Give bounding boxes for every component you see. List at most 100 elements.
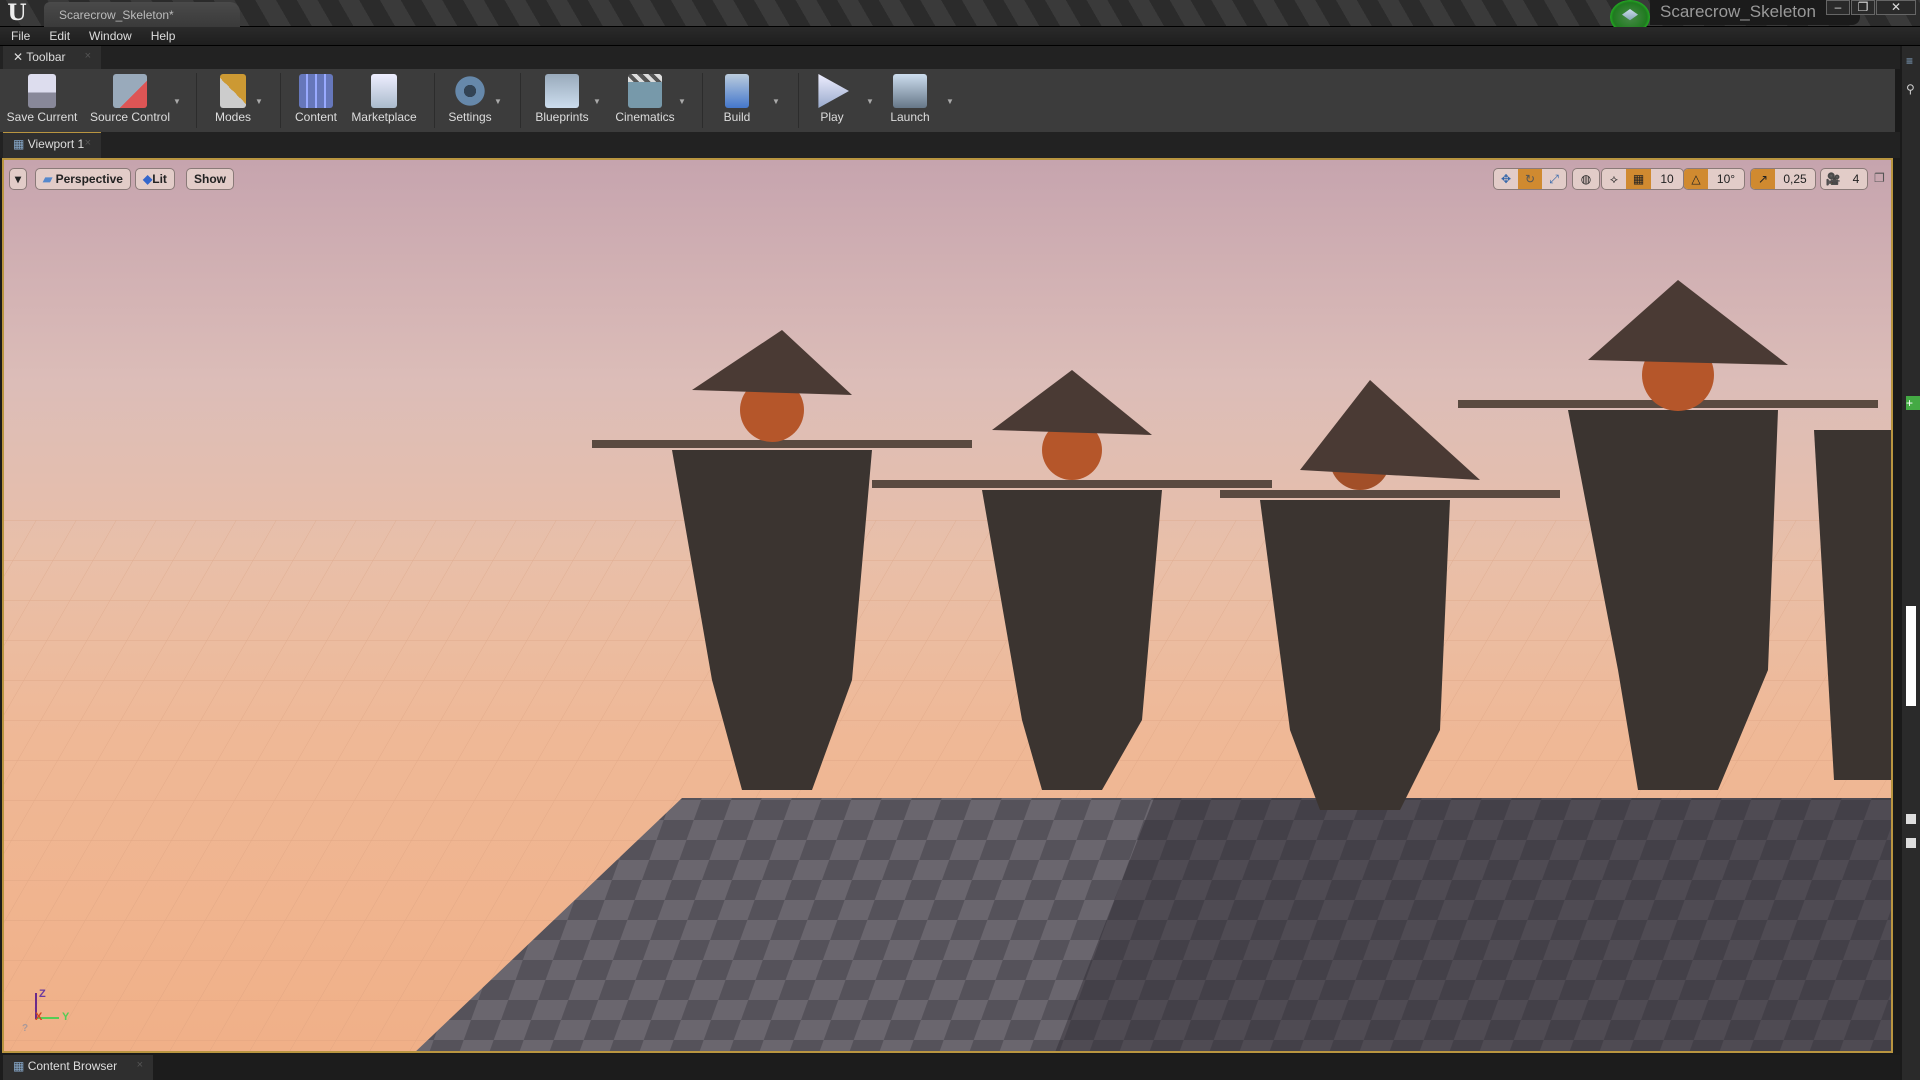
details-panel-collapsed: ≡ ⚲ + (1900, 46, 1920, 1080)
search-icon[interactable]: ⚲ (1906, 82, 1920, 96)
rotation-snap-group: △ 10° (1683, 168, 1745, 190)
cinematics-button[interactable]: Cinematics (608, 69, 682, 132)
tab-toolbar-label: Toolbar (26, 50, 66, 64)
globe-icon: ◍ (1580, 172, 1592, 186)
gear-icon (453, 74, 487, 108)
main-toolbar: Save Current Source Control ▼ Modes ▼ Co… (0, 69, 1895, 132)
surface-snap-icon[interactable]: ⟡ (1602, 169, 1626, 189)
scale-icon[interactable]: ⤢ (1542, 169, 1566, 189)
menu-help[interactable]: Help (151, 27, 176, 43)
transform-tools: ✥ ↻ ⤢ (1493, 168, 1567, 190)
source-control-button[interactable]: Source Control (86, 69, 174, 132)
document-tab[interactable]: Scarecrow_Skeleton* (44, 2, 240, 27)
help-icon[interactable]: ? (22, 1023, 28, 1034)
close-button[interactable]: ✕ (1876, 0, 1916, 15)
content-browser-icon: ▦ (13, 1059, 25, 1073)
grid-snap-group: ⟡ ▦ 10 (1601, 168, 1684, 190)
perspective-button[interactable]: ▰ Perspective (35, 168, 131, 190)
unreal-logo-icon[interactable]: U (4, 1, 30, 25)
chevron-down-icon[interactable]: ▼ (494, 97, 502, 106)
close-tab-icon[interactable]: × (85, 50, 91, 62)
close-tab-icon[interactable]: × (85, 137, 91, 149)
modes-label: Modes (214, 110, 252, 124)
menu-window[interactable]: Window (89, 27, 132, 43)
maximize-viewport-icon[interactable]: ❐ (1874, 171, 1885, 185)
scale-snap-icon[interactable]: ↗ (1751, 169, 1775, 189)
world-local-toggle[interactable]: ◍ (1572, 168, 1600, 190)
chevron-down-icon[interactable]: ▼ (946, 97, 954, 106)
document-tab-label: Scarecrow_Skeleton* (59, 8, 174, 22)
build-icon (725, 74, 749, 108)
rotation-snap-icon[interactable]: △ (1684, 169, 1708, 189)
minimize-button[interactable]: – (1826, 0, 1850, 15)
save-current-button[interactable]: Save Current (4, 69, 80, 132)
perspective-icon: ▰ (43, 172, 53, 186)
axis-z-label: Z (39, 988, 46, 1000)
menu-edit[interactable]: Edit (49, 27, 70, 43)
checkbox[interactable] (1906, 838, 1916, 848)
scrollbar[interactable] (1906, 606, 1916, 706)
axis-gizmo: Z X Y ? (22, 988, 88, 1041)
chevron-down-icon: ▾ (15, 172, 22, 186)
camera-icon: 🎥 (1825, 172, 1841, 186)
content-icon (299, 74, 333, 108)
launch-label: Launch (890, 110, 930, 124)
grid-snap-value[interactable]: 10 (1651, 169, 1683, 189)
menu-bar: File Edit Window Help (0, 27, 1920, 46)
show-label: Show (194, 172, 226, 186)
bottom-tab-row: ▦ Content Browser × (0, 1055, 1900, 1080)
scale-snap-value[interactable]: 0,25 (1775, 169, 1815, 189)
close-tab-icon[interactable]: × (137, 1059, 143, 1071)
camera-speed-value: 4 (1852, 172, 1860, 186)
translate-icon[interactable]: ✥ (1494, 169, 1518, 189)
camera-speed-button[interactable]: 🎥 4 (1820, 168, 1868, 190)
modes-button[interactable]: Modes (205, 69, 261, 132)
grid-snap-icon[interactable]: ▦ (1626, 169, 1651, 189)
source-control-label: Source Control (89, 110, 171, 124)
wrench-icon: ✕ (13, 50, 24, 64)
content-button[interactable]: Content (290, 69, 342, 132)
add-icon[interactable]: + (1906, 396, 1920, 410)
rotate-icon[interactable]: ↻ (1518, 169, 1542, 189)
chevron-down-icon[interactable]: ▼ (866, 97, 874, 106)
menu-file[interactable]: File (11, 27, 30, 43)
axis-y-label: Y (62, 1011, 70, 1023)
marketplace-label: Marketplace (351, 110, 417, 124)
tab-content-browser[interactable]: ▦ Content Browser × (3, 1055, 153, 1080)
checkbox[interactable] (1906, 814, 1916, 824)
marketplace-icon (371, 74, 397, 108)
build-label: Build (723, 110, 751, 124)
tab-viewport-1[interactable]: ▦ Viewport 1 × (3, 132, 101, 158)
viewport-options-button[interactable]: ▾ (9, 168, 28, 190)
blueprints-button[interactable]: Blueprints (528, 69, 596, 132)
viewport-tab-row: ▦ Viewport 1 × (0, 132, 1900, 158)
cinematics-label: Cinematics (615, 110, 675, 124)
clapper-icon (628, 74, 662, 108)
chevron-down-icon[interactable]: ▼ (772, 97, 780, 106)
play-button[interactable]: Play (808, 69, 856, 132)
source-control-icon (113, 74, 147, 108)
save-current-label: Save Current (6, 110, 78, 124)
marketplace-button[interactable]: Marketplace (348, 69, 420, 132)
lit-button[interactable]: ◆Lit (135, 168, 175, 190)
chevron-down-icon[interactable]: ▼ (255, 97, 263, 106)
chevron-down-icon[interactable]: ▼ (173, 97, 181, 106)
build-button[interactable]: Build (712, 69, 762, 132)
play-icon (818, 74, 849, 108)
restore-button[interactable]: ❐ (1851, 0, 1875, 15)
rotation-snap-value[interactable]: 10° (1708, 169, 1744, 189)
floppy-icon (28, 74, 56, 108)
launch-button[interactable]: Launch (882, 69, 938, 132)
lit-cube-icon: ◆ (143, 172, 153, 186)
list-icon[interactable]: ≡ (1906, 54, 1920, 68)
show-button[interactable]: Show (186, 168, 234, 190)
blueprints-label: Blueprints (535, 110, 589, 124)
perspective-label: Perspective (55, 172, 123, 186)
settings-button[interactable]: Settings (442, 69, 498, 132)
scene-render (4, 280, 1891, 1051)
tab-toolbar[interactable]: ✕ Toolbar × (3, 46, 101, 69)
chevron-down-icon[interactable]: ▼ (678, 97, 686, 106)
chevron-down-icon[interactable]: ▼ (593, 97, 601, 106)
tab-content-browser-label: Content Browser (27, 1059, 118, 1073)
level-viewport[interactable]: ▾ ▰ Perspective ◆Lit Show ✥ ↻ ⤢ ◍ ⟡ ▦ 10… (2, 158, 1893, 1053)
